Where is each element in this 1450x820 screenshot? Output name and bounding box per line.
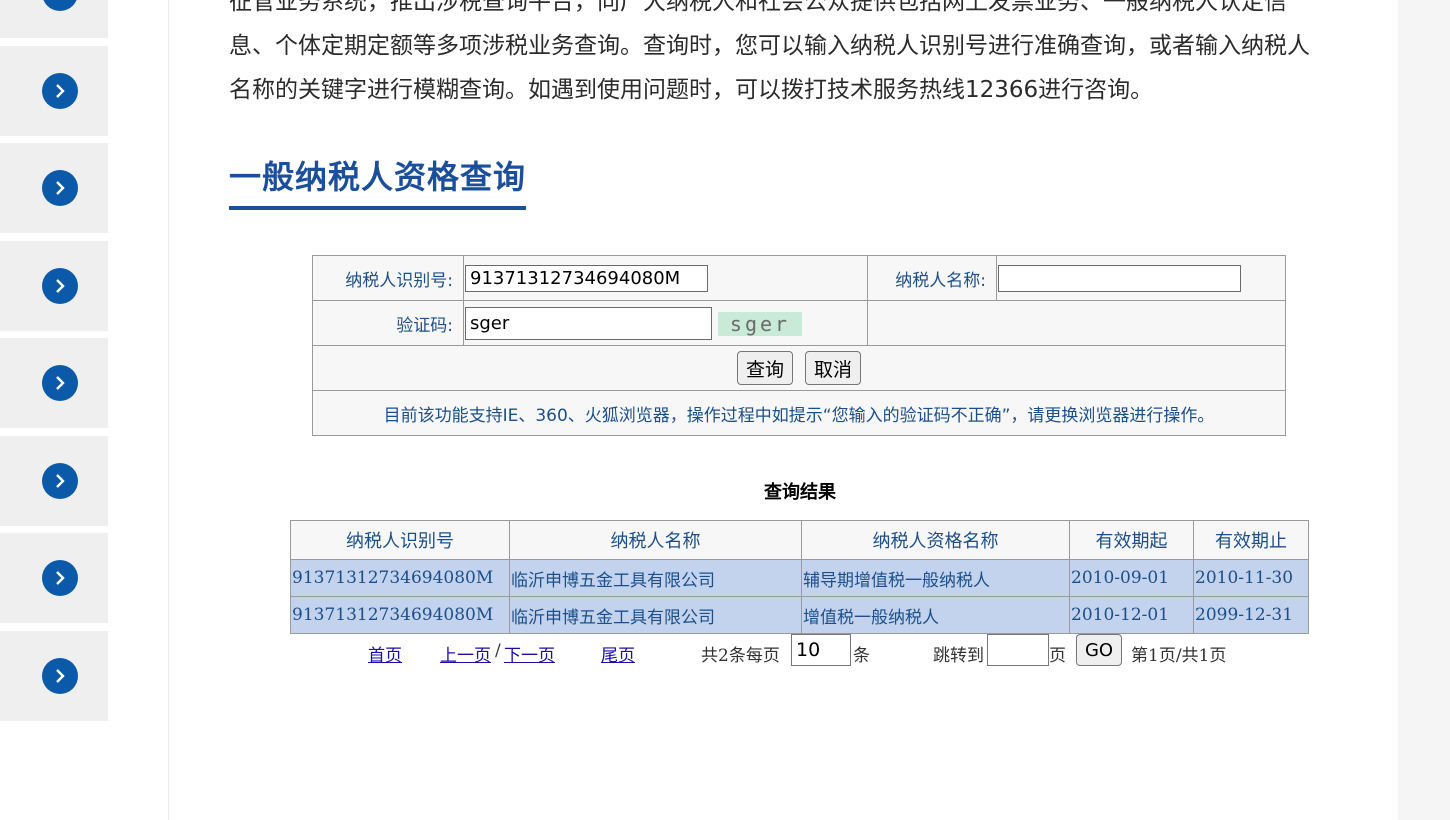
page-info: 第1页/共1页 (1131, 646, 1227, 666)
captcha-image[interactable]: sger (718, 311, 802, 336)
cancel-button[interactable]: 取消 (805, 351, 862, 385)
button-row: 查询 取消 (312, 345, 1286, 391)
sidebar-card (0, 533, 108, 623)
taxpayer-id-label: 纳税人识别号: (312, 255, 464, 301)
sidebar-card (0, 241, 108, 331)
taxpayer-name-input[interactable] (998, 264, 1241, 292)
prev-page-link[interactable]: 上一页 (440, 641, 491, 666)
sidebar-arrow-button[interactable] (42, 0, 78, 11)
column-header: 纳税人识别号 (290, 520, 510, 560)
chevron-right-icon (56, 181, 65, 195)
jump-page-input[interactable] (987, 634, 1049, 666)
go-button[interactable]: GO (1076, 634, 1122, 666)
chevron-right-icon (56, 279, 65, 293)
results-header-row: 纳税人识别号 纳税人名称 纳税人资格名称 有效期起 有效期止 (290, 520, 1309, 560)
table-cell: 2010-09-01 (1069, 559, 1194, 597)
chevron-right-icon (56, 571, 65, 585)
sidebar-card (0, 0, 108, 38)
sidebar-card (0, 631, 108, 721)
table-cell: 辅导期增值税一般纳税人 (801, 559, 1070, 597)
table-cell: 91371312734694080M (290, 596, 510, 634)
query-button[interactable]: 查询 (736, 351, 793, 385)
title-underline (229, 206, 526, 210)
jump-label: 跳转到 (933, 646, 984, 666)
table-cell: 临沂申博五金工具有限公司 (509, 596, 802, 634)
page-size-unit: 条 (853, 646, 870, 666)
sidebar-arrow-button[interactable] (42, 73, 78, 109)
intro-line: 息、个体定期定额等多项涉税业务查询。查询时，您可以输入纳税人识别号进行准确查询，… (229, 33, 1310, 59)
chevron-right-icon (56, 669, 65, 683)
browser-notice: 目前该功能支持IE、360、火狐浏览器，操作过程中如提示“您输入的验证码不正确”… (312, 390, 1286, 436)
table-cell: 2010-12-01 (1069, 596, 1194, 634)
column-header: 有效期起 (1069, 520, 1194, 560)
next-page-link[interactable]: 下一页 (504, 641, 555, 666)
captcha-label: 验证码: (312, 300, 464, 346)
table-cell: 2010-11-30 (1193, 559, 1309, 597)
sidebar-card (0, 143, 108, 233)
sidebar-card (0, 46, 108, 136)
query-form: 纳税人识别号: 纳税人名称: 验证码: sger 查询取消 目前该功能支持IE、… (312, 255, 1286, 436)
last-page-link[interactable]: 尾页 (601, 641, 635, 666)
sidebar-arrow-button[interactable] (42, 365, 78, 401)
sidebar-card (0, 436, 108, 526)
sidebar-arrow-button[interactable] (42, 463, 78, 499)
sidebar-arrow-button[interactable] (42, 170, 78, 206)
table-cell: 临沂申博五金工具有限公司 (509, 559, 802, 597)
sidebar-card (0, 338, 108, 428)
column-header: 纳税人资格名称 (801, 520, 1070, 560)
results-title: 查询结果 (764, 482, 836, 503)
empty-cell (867, 300, 1286, 346)
taxpayer-name-label: 纳税人名称: (867, 255, 997, 301)
table-cell: 2099-12-31 (1193, 596, 1309, 634)
intro-line: 名称的关键字进行模糊查询。如遇到使用问题时，可以拨打技术服务热线12366进行咨… (229, 77, 1154, 103)
total-count-text: 共2条每页 (701, 646, 780, 666)
taxpayer-id-input[interactable] (465, 264, 708, 292)
left-sidebar (0, 0, 108, 820)
column-header: 有效期止 (1193, 520, 1309, 560)
captcha-input[interactable] (465, 306, 712, 340)
taxpayer-id-cell (463, 255, 868, 301)
chevron-right-icon (56, 84, 65, 98)
page-size-input[interactable] (791, 634, 851, 666)
captcha-cell: sger (463, 300, 868, 346)
table-cell: 91371312734694080M (290, 559, 510, 597)
results-table: 纳税人识别号 纳税人名称 纳税人资格名称 有效期起 有效期止 913713127… (290, 520, 1309, 634)
intro-line: 征管业务系统，推出涉税查询平台，向广大纳税人和社会公众提供包括网上发票业务、一般… (229, 0, 1287, 15)
taxpayer-name-cell (996, 255, 1286, 301)
pager-separator: / (495, 641, 501, 661)
table-row: 91371312734694080M 临沂申博五金工具有限公司 辅导期增值税一般… (290, 559, 1309, 597)
table-row: 91371312734694080M 临沂申博五金工具有限公司 增值税一般纳税人… (290, 596, 1309, 634)
intro-text: 征管业务系统，推出涉税查询平台，向广大纳税人和社会公众提供包括网上发票业务、一般… (229, 0, 1369, 112)
table-cell: 增值税一般纳税人 (801, 596, 1070, 634)
section-title: 一般纳税人资格查询 (229, 158, 527, 196)
right-margin (1398, 0, 1450, 820)
sidebar-arrow-button[interactable] (42, 560, 78, 596)
chevron-right-icon (56, 474, 65, 488)
chevron-right-icon (56, 376, 65, 390)
page: 征管业务系统，推出涉税查询平台，向广大纳税人和社会公众提供包括网上发票业务、一般… (0, 0, 1450, 820)
sidebar-arrow-button[interactable] (42, 268, 78, 304)
sidebar-arrow-button[interactable] (42, 658, 78, 694)
main-divider (168, 0, 169, 820)
first-page-link[interactable]: 首页 (368, 641, 402, 666)
column-header: 纳税人名称 (509, 520, 802, 560)
pager: 首页 上一页 / 下一页 尾页 共2条每页 条 跳转到 页 GO 第1页/共1页 (290, 633, 1309, 669)
jump-page-unit: 页 (1049, 646, 1066, 666)
